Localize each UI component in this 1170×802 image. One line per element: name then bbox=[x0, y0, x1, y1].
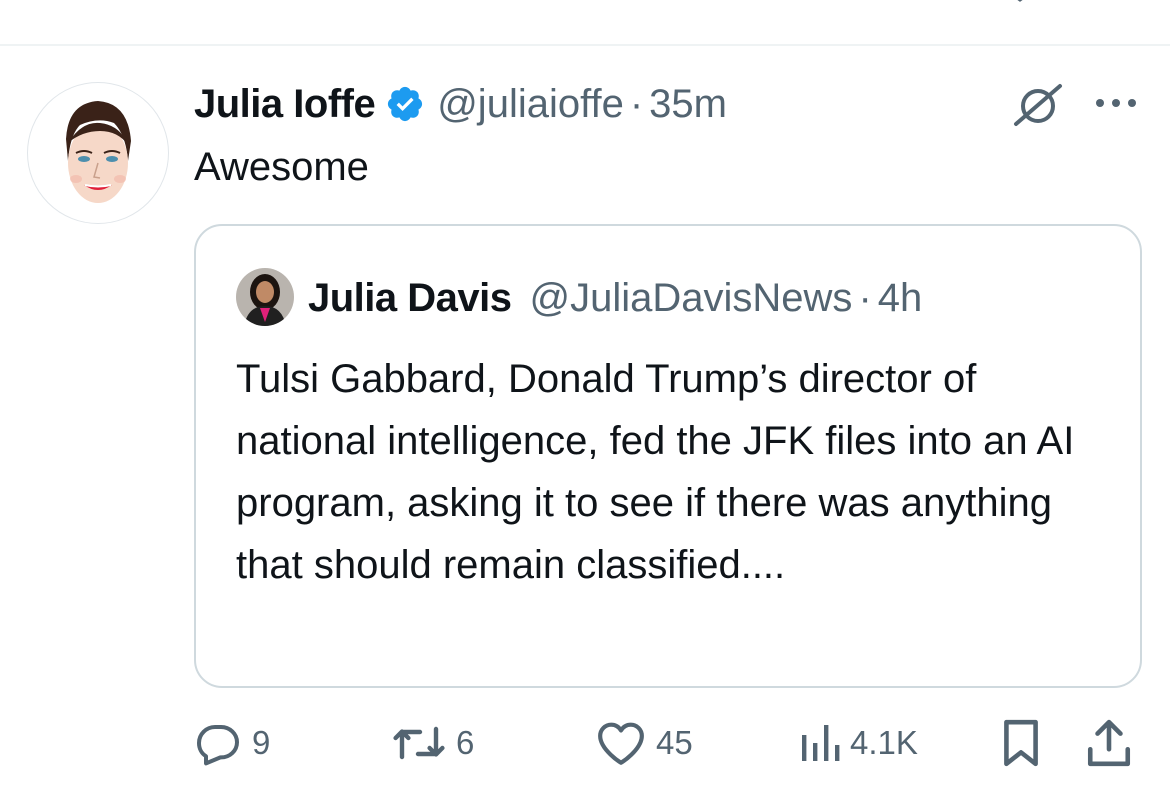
view-count: 4.1K bbox=[850, 724, 918, 761]
bookmark-button[interactable] bbox=[1000, 716, 1042, 770]
repost-button[interactable]: 6 bbox=[392, 716, 474, 770]
top-divider bbox=[0, 44, 1170, 46]
author-avatar[interactable] bbox=[27, 82, 169, 224]
like-icon bbox=[598, 722, 644, 765]
like-count: 45 bbox=[656, 724, 693, 761]
repost-icon bbox=[393, 726, 445, 760]
profile-photo-avatar bbox=[236, 268, 294, 326]
quoted-tweet-text: Tulsi Gabbard, Donald Trump’s director o… bbox=[236, 357, 1075, 587]
repost-count: 6 bbox=[456, 724, 475, 761]
author-handle[interactable]: @juliaioffe bbox=[437, 82, 624, 127]
quoted-author-name[interactable]: Julia Davis bbox=[308, 276, 512, 321]
quoted-author-handle[interactable]: @JuliaDavisNews bbox=[530, 276, 853, 321]
tweet-text: Awesome bbox=[194, 145, 369, 189]
more-dots-icon[interactable] bbox=[1094, 96, 1138, 110]
reply-icon bbox=[197, 725, 239, 766]
quoted-header-separator: · bbox=[858, 275, 872, 320]
reply-count: 9 bbox=[252, 724, 271, 761]
like-button[interactable]: 45 bbox=[596, 716, 693, 770]
previous-tweet-icon-remnant bbox=[1017, 0, 1023, 2]
bookmark-icon bbox=[1004, 719, 1038, 767]
tweet-timestamp[interactable]: 35m bbox=[649, 82, 727, 127]
tweet-action-bar: 9 6 45 4.1K bbox=[194, 716, 1144, 770]
quoted-tweet-timestamp[interactable]: 4h bbox=[878, 276, 923, 321]
share-icon bbox=[1087, 719, 1131, 767]
grok-icon[interactable] bbox=[1012, 82, 1064, 128]
views-icon bbox=[802, 725, 840, 761]
reply-button[interactable]: 9 bbox=[194, 716, 270, 770]
tweet-header: Julia Ioffe @juliaioffe · 35m bbox=[194, 80, 727, 128]
header-separator: · bbox=[629, 81, 644, 126]
quoted-tweet-card[interactable]: Julia Davis @JuliaDavisNews · 4h Tulsi G… bbox=[194, 224, 1142, 688]
verified-badge-icon bbox=[388, 86, 423, 122]
share-button[interactable] bbox=[1086, 716, 1132, 770]
views-button[interactable]: 4.1K bbox=[800, 716, 918, 770]
quoted-author-avatar[interactable] bbox=[236, 268, 294, 326]
quoted-tweet-header: Julia Davis @JuliaDavisNews · 4h bbox=[308, 274, 922, 322]
author-name[interactable]: Julia Ioffe bbox=[194, 82, 376, 127]
cartoon-portrait-avatar bbox=[66, 101, 131, 203]
